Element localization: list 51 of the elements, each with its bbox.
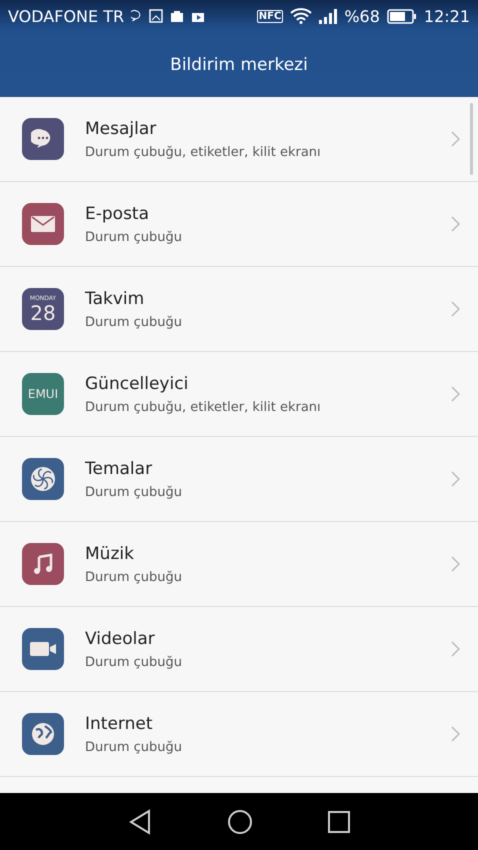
back-icon[interactable]: [128, 808, 152, 834]
notification-settings-summary: Durum çubuğu: [85, 230, 183, 244]
app-row[interactable]: Videolar Durum çubuğu: [0, 607, 478, 692]
chevron-right-icon: [451, 641, 460, 657]
image-icon: [149, 9, 164, 23]
app-name: Güncelleyici: [85, 374, 190, 394]
notification-settings-summary: Durum çubuğu: [85, 740, 183, 754]
battery-percentage: %68: [344, 6, 380, 26]
screen-title: Bildirim merkezi: [170, 54, 308, 74]
signal-icon: [319, 8, 338, 24]
chevron-right-icon: [451, 556, 460, 572]
notification-settings-summary: Durum çubuğu: [85, 654, 183, 670]
app-row[interactable]: E-posta Durum çubuğu: [0, 182, 478, 267]
notification-settings-summary: Durum çubuğu: [85, 484, 183, 500]
chevron-right-icon: [451, 216, 460, 232]
app-name: Müzik: [85, 544, 135, 564]
chevron-right-icon: [451, 386, 460, 402]
notification-settings-summary: Durum çubuğu: [85, 570, 183, 584]
chevron-right-icon: [451, 301, 460, 317]
wifi-icon: [290, 8, 312, 24]
notification-settings-summary: Durum çubuğu, etiketler, kilit ekranı: [85, 144, 322, 160]
nfc-icon: NFC: [256, 10, 284, 22]
chat-icon: [131, 10, 142, 22]
app-row[interactable]: Internet Durum çubuğu: [0, 692, 478, 777]
app-name: Temalar: [85, 458, 154, 478]
app-name: Videolar: [85, 628, 156, 648]
chevron-right-icon: [451, 471, 460, 487]
notification-settings-summary: Durum çubuğu, etiketler, kilit ekranı: [85, 400, 322, 414]
recent-apps-icon[interactable]: [328, 810, 350, 832]
notification-settings-summary: Durum çubuğu: [85, 314, 183, 330]
pinwheel-icon: [30, 466, 56, 492]
battery-icon: [386, 8, 417, 24]
app-row[interactable]: Müzik Durum çubuğu: [0, 522, 478, 607]
app-row[interactable]: EMUI Güncelleyici Durum çubuğu, etiketler, kilit ekranı: [0, 352, 478, 437]
app-row[interactable]: Temalar Durum çubuğu: [0, 437, 478, 522]
carrier-name: VODAFONE TR: [8, 6, 124, 26]
app-name: Internet: [85, 714, 154, 734]
emui-logo-text: EMUI: [28, 387, 58, 401]
envelope-icon: [30, 214, 56, 234]
app-name: E-posta: [85, 204, 150, 224]
home-icon[interactable]: [226, 808, 253, 834]
chevron-right-icon: [451, 131, 460, 147]
app-row[interactable]: Mesajlar Durum çubuğu, etiketler, kilit ekranı: [0, 97, 478, 182]
scrollbar: [470, 103, 473, 175]
clock-time: 12:21: [424, 6, 470, 26]
date-number: 28: [30, 302, 56, 324]
music-note-icon: [31, 552, 55, 576]
app-name: Mesajlar: [85, 118, 158, 138]
chevron-right-icon: [451, 726, 460, 742]
video-camera-icon: [29, 640, 57, 658]
app-name: Takvim: [85, 288, 146, 308]
